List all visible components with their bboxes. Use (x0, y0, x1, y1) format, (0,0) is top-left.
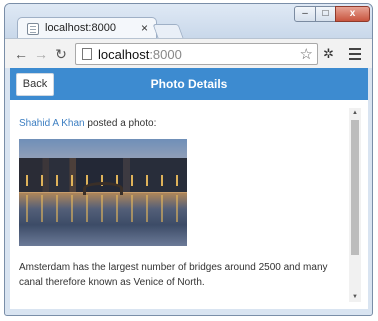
menu-hamburger-icon[interactable] (349, 48, 361, 60)
close-window-button[interactable]: x (335, 6, 370, 22)
page-favicon-icon (27, 23, 39, 35)
photo-caption: Amsterdam has the largest number of brid… (19, 262, 328, 288)
photo-bridge (82, 181, 124, 195)
post-content: Shahid A Khan posted a photo: Amsterdam … (19, 118, 341, 290)
extension-puzzle-icon[interactable]: ✲ (323, 47, 337, 61)
url-text: localhost:8000 (98, 47, 182, 62)
app-header: Back Photo Details (10, 68, 368, 100)
new-tab-button[interactable] (152, 24, 184, 38)
post-action-text: posted a photo: (84, 118, 157, 129)
tab-title: localhost:8000 (45, 22, 116, 34)
page-viewport: Back Photo Details Shahid A Khan posted … (10, 68, 368, 309)
forward-arrow-icon[interactable]: → (33, 46, 49, 62)
url-port: :8000 (149, 47, 182, 62)
post-line: Shahid A Khan posted a photo: (19, 118, 341, 129)
maximize-button[interactable]: □ (315, 6, 336, 22)
scroll-up-arrow-icon[interactable]: ▲ (349, 108, 361, 118)
page-title: Photo Details (150, 77, 228, 91)
post-photo[interactable] (19, 139, 187, 246)
browser-toolbar: ← → ↻ localhost:8000 ☆ ✲ (5, 38, 372, 68)
page-icon (82, 48, 92, 60)
scroll-thumb[interactable] (351, 120, 359, 255)
address-bar[interactable]: localhost:8000 ☆ (75, 43, 318, 65)
minimize-button[interactable]: – (294, 6, 316, 22)
url-host: localhost (98, 47, 150, 62)
back-arrow-icon[interactable]: ← (13, 46, 29, 62)
tab-close-icon[interactable]: × (141, 21, 148, 35)
browser-window: localhost:8000 × – □ x ← → ↻ localhost:8… (4, 3, 373, 316)
scroll-down-arrow-icon[interactable]: ▼ (349, 292, 361, 302)
photo-reflections (19, 194, 187, 223)
titlebar: localhost:8000 × – □ x (5, 4, 372, 39)
tab-localhost[interactable]: localhost:8000 × (17, 17, 157, 39)
page-scrollbar[interactable]: ▲ ▼ (349, 108, 361, 302)
bookmark-star-icon[interactable]: ☆ (300, 45, 313, 63)
reload-icon[interactable]: ↻ (53, 46, 69, 63)
author-link[interactable]: Shahid A Khan (19, 118, 85, 129)
